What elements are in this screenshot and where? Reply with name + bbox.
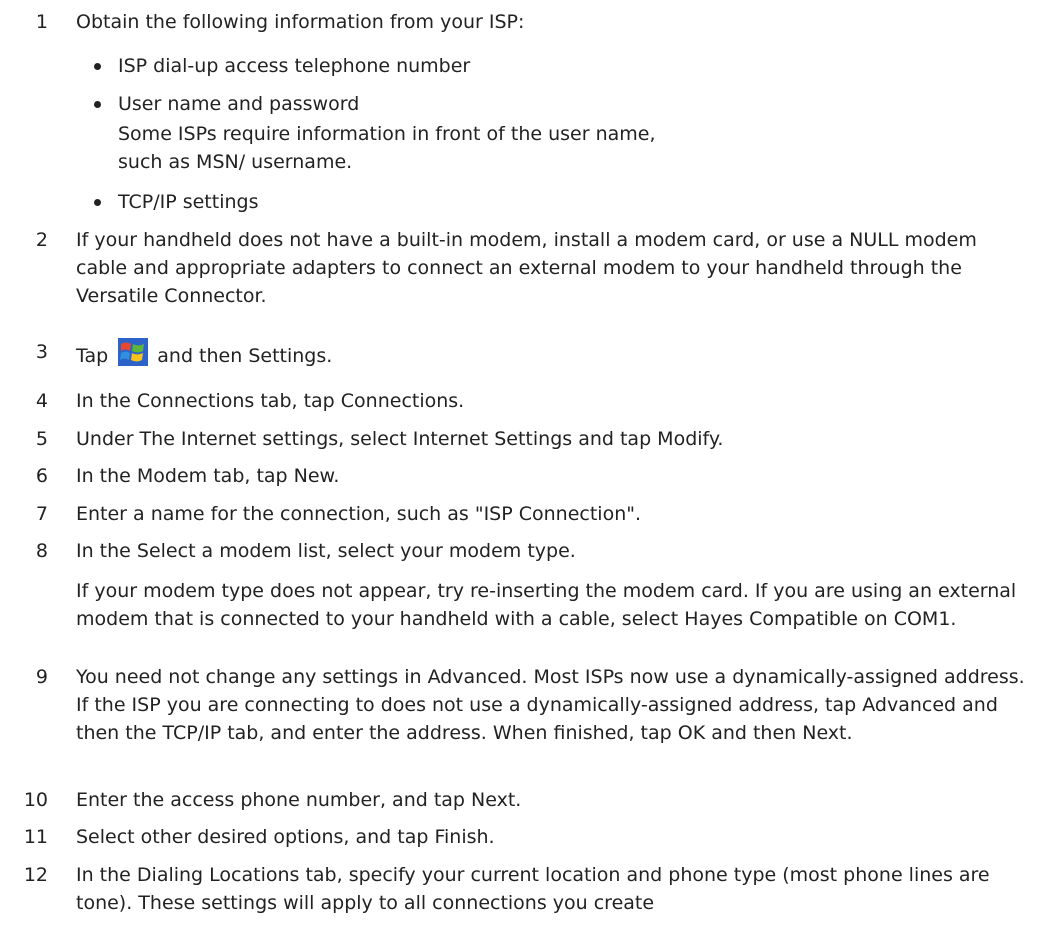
step-number: 5 xyxy=(35,428,48,450)
bullet-icon xyxy=(94,199,101,206)
step-text: In the Dialing Locations tab, specify yo… xyxy=(76,864,990,914)
step-number: 6 xyxy=(35,465,48,487)
step-text: In the Modem tab, tap New. xyxy=(76,465,340,487)
bullet-text: User name and password xyxy=(118,93,360,115)
step-text: Enter a name for the connection, such as… xyxy=(76,503,642,525)
step-number: 1 xyxy=(35,11,48,33)
step-text: You need not change any settings in Adva… xyxy=(76,666,1025,744)
step-number: 3 xyxy=(35,341,48,363)
step-text-before-icon: Tap xyxy=(76,345,109,367)
step-text: In the Connections tab, tap Connections. xyxy=(76,390,465,412)
step-note: If your modem type does not appear, try … xyxy=(76,580,1017,630)
step-text: In the Select a modem list, select your … xyxy=(76,540,576,562)
step-number: 2 xyxy=(35,229,48,251)
windows-start-icon xyxy=(118,338,149,366)
bullet-text: ISP dial-up access telephone number xyxy=(118,55,471,77)
step-text: If your handheld does not have a built-i… xyxy=(76,229,977,307)
bullet-note: Some ISPs require information in front o… xyxy=(118,123,656,173)
bullet-icon xyxy=(94,101,101,108)
step-number: 8 xyxy=(35,540,48,562)
step-text: Under The Internet settings, select Inte… xyxy=(76,428,724,450)
step-text: Obtain the following information from yo… xyxy=(76,11,525,33)
bullet-icon xyxy=(94,63,101,70)
step-number: 11 xyxy=(23,826,48,848)
step-text: Tap and then Settings. xyxy=(76,338,1031,370)
bullet-text: TCP/IP settings xyxy=(118,191,259,213)
step-text: Select other desired options, and tap Fi… xyxy=(76,826,495,848)
step-number: 12 xyxy=(23,864,48,886)
step-number: 4 xyxy=(35,390,48,412)
step-number: 9 xyxy=(35,666,48,688)
step-number: 10 xyxy=(23,789,48,811)
document-page: { "steps": [ { "number": "1", "text": "O… xyxy=(0,0,1038,937)
step-number: 7 xyxy=(35,503,48,525)
step-text: Enter the access phone number, and tap N… xyxy=(76,789,522,811)
step-text-after-icon: and then Settings. xyxy=(157,345,333,367)
